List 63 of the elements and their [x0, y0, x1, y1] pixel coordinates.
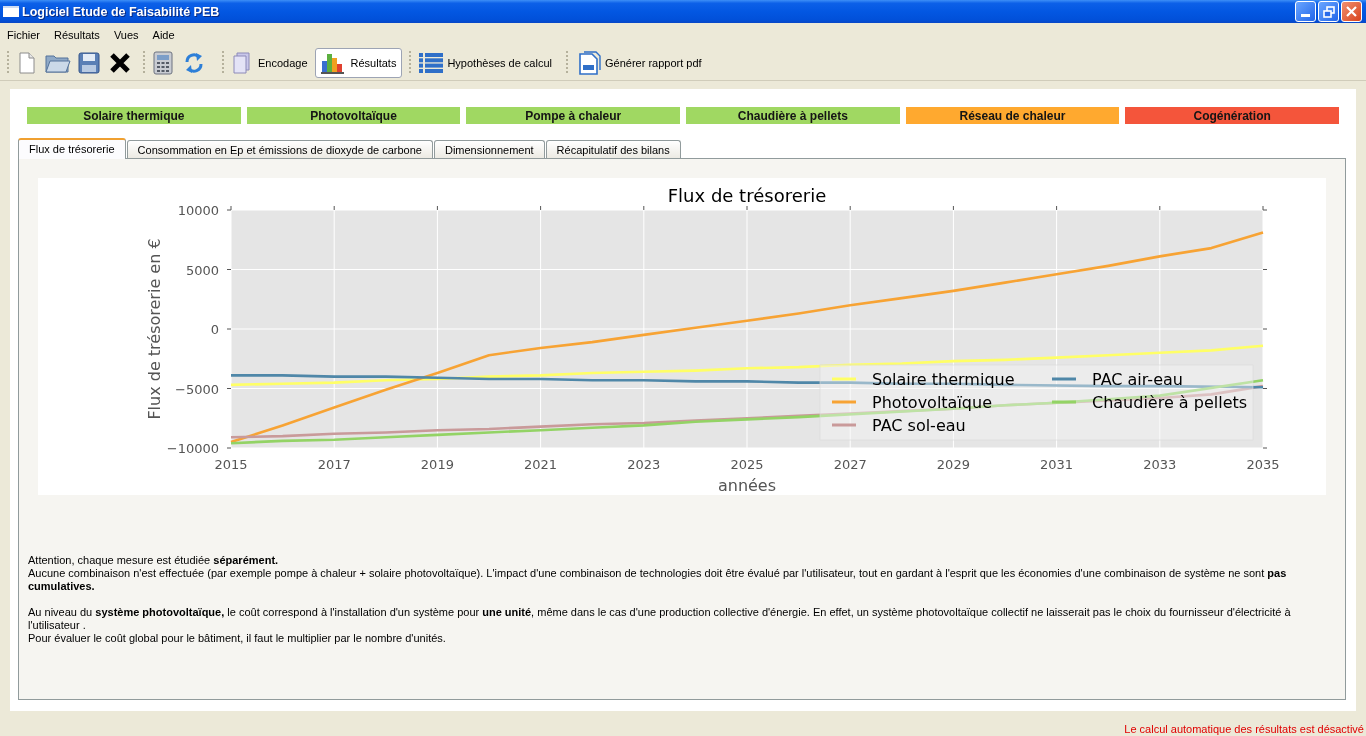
hypotheses-button[interactable]: Hypothèses de calcul [413, 48, 558, 78]
tick-label: 2031 [1040, 457, 1074, 472]
calculator-icon [152, 51, 173, 75]
legend-label: PAC air-eau [1092, 370, 1183, 389]
close-icon [1346, 6, 1357, 17]
note-text: Pour évaluer le coût global pour le bâtiment, il faut le multiplier par le nombre d'unités. [28, 632, 447, 645]
tick-label: 2019 [420, 457, 454, 472]
menu-item[interactable]: Vues [106, 25, 146, 44]
tick-label: 2029 [936, 457, 970, 472]
document-icon [17, 52, 36, 74]
note-text: Au niveau du système photovoltaïque, le coût correspond à l'installation d'un système pour une unité, même dans le cas d'une production collective d'énergie. En effet, un système photovoltaïque collectif ne laisserait pas le choix du fournisseur d'électricité à l'utilisateur . [28, 606, 1292, 632]
close-button[interactable] [1341, 1, 1362, 22]
restore-icon [1322, 5, 1335, 18]
restore-button[interactable] [1318, 1, 1339, 22]
menu-item[interactable]: Fichier [0, 25, 47, 44]
legend-label: PAC sol-eau [872, 416, 966, 435]
tick-label: 2033 [1143, 457, 1177, 472]
tab[interactable]: Dimensionnement [433, 140, 545, 158]
note-text: Attention, chaque mesure est étudiée séparément. [28, 554, 280, 567]
minimize-button[interactable] [1295, 1, 1316, 22]
chart-title: Flux de trésorerie [667, 185, 827, 206]
tick-label: −10000 [166, 441, 219, 456]
tick-label: 2035 [1246, 457, 1280, 472]
tick-label: 2021 [524, 457, 558, 472]
tick-label: 2017 [317, 457, 351, 472]
technology-button[interactable]: Cogénération [1125, 107, 1340, 124]
status-message: Le calcul automatique des résultats est désactivé [1124, 722, 1364, 736]
note-text: Aucune combinaison n'est effectuée (par exemple pompe à chaleur + solaire photovoltaïque). L'impact d'une combinaison de technologies doit être évalué par l'utilisateur, tout en gardant à l'esprit que les économies d'une combinaison de système ne sont pas cumulatives. [28, 567, 1288, 593]
close-icon [108, 52, 131, 74]
view-button[interactable]: Encodage [226, 48, 314, 78]
folder-icon [44, 52, 71, 74]
documents-icon [232, 52, 252, 74]
document-icon [578, 51, 601, 75]
list-icon [419, 53, 444, 73]
tick-label: 2025 [730, 457, 764, 472]
tab[interactable]: Récapitulatif des bilans [545, 140, 681, 158]
legend-label: Solaire thermique [872, 370, 1015, 389]
tick-label: 2015 [214, 457, 248, 472]
tick-label: 10000 [177, 203, 219, 218]
tick-label: 0 [210, 322, 219, 337]
report-button[interactable]: Générer rapport pdf [572, 48, 708, 78]
technology-button[interactable]: Chaudière à pellets [686, 107, 900, 124]
view-button[interactable]: Résultats [314, 48, 403, 78]
axis-title: années [717, 476, 777, 495]
legend-label: Chaudière à pellets [1092, 393, 1248, 412]
tick-label: 2023 [627, 457, 661, 472]
technology-button[interactable]: Réseau de chaleur [905, 107, 1120, 124]
minimize-icon [1301, 14, 1310, 17]
technology-button[interactable]: Solaire thermique [27, 107, 241, 124]
tick-label: 2027 [833, 457, 867, 472]
menu-item[interactable]: Aide [145, 25, 182, 44]
legend-label: Photovoltaïque [872, 393, 992, 412]
bar-chart-icon [320, 52, 345, 74]
tick-label: 5000 [185, 262, 219, 278]
tab[interactable]: Flux de trésorerie [18, 138, 126, 159]
tick-label: −5000 [175, 381, 219, 397]
technology-button[interactable]: Photovoltaïque [246, 107, 461, 124]
window-icon [3, 6, 19, 17]
window-title: Logiciel Etude de Faisabilité PEB [22, 4, 221, 19]
axis-title: Flux de trésorerie en € [145, 238, 164, 420]
menu-item[interactable]: Résultats [47, 25, 107, 44]
tab[interactable]: Consommation en Ep et émissions de dioxyde de carbone [126, 140, 433, 158]
technology-button[interactable]: Pompe à chaleur [466, 107, 680, 124]
